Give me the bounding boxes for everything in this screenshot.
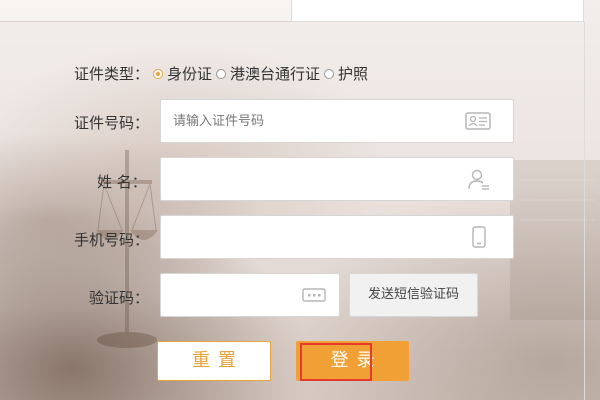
id-number-input[interactable]: [160, 99, 514, 143]
book-background: [510, 160, 600, 320]
id-type-row: 证件类型： 身份证 港澳台通行证 护照: [74, 63, 368, 83]
login-button[interactable]: 登录: [296, 341, 409, 381]
mobile-phone-icon: [472, 226, 486, 248]
tab-personal[interactable]: 个人: [0, 0, 292, 22]
radio-hk-macau-taiwan-pass[interactable]: [216, 69, 227, 79]
user-icon: [468, 169, 489, 190]
reset-button[interactable]: 重置: [157, 341, 271, 381]
login-page: 个人 单位 证件类型： 身份证 港澳台通行证 护照 证件号码： 姓 名： 手机号…: [0, 0, 600, 400]
captcha-icon: [302, 288, 326, 302]
id-number-label: 证件号码：: [74, 114, 150, 132]
id-type-label: 证件类型：: [74, 64, 150, 83]
radio-passport[interactable]: [324, 69, 335, 79]
tab-unit[interactable]: 单位: [291, 0, 584, 22]
phone-label: 手机号码：: [74, 231, 150, 249]
panel-divider: [584, 22, 585, 400]
radio-hk-macau-taiwan-pass-label[interactable]: 港澳台通行证: [230, 63, 320, 84]
phone-input[interactable]: [160, 215, 514, 259]
send-sms-code-button[interactable]: 发送短信验证码: [349, 273, 478, 317]
radio-passport-label[interactable]: 护照: [338, 63, 368, 84]
radio-id-card[interactable]: [153, 69, 164, 79]
radio-id-card-label[interactable]: 身份证: [167, 63, 212, 84]
id-card-icon: [465, 112, 491, 130]
name-label: 姓 名：: [97, 173, 147, 191]
verification-code-label: 验证码：: [89, 289, 150, 307]
name-input[interactable]: [160, 157, 514, 201]
